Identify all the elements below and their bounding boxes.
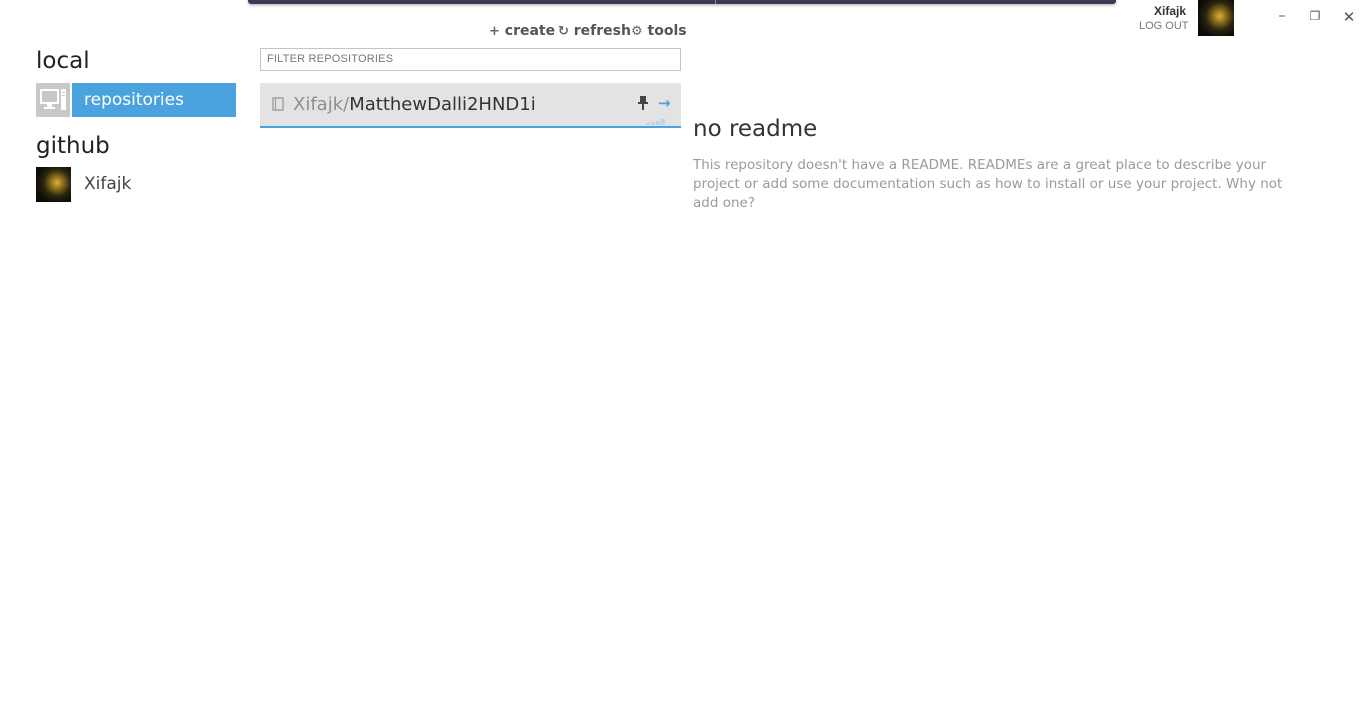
- book-icon: [272, 97, 284, 115]
- sidebar-item-label: Xifajk: [84, 174, 132, 194]
- refresh-label: refresh: [573, 23, 631, 39]
- logout-link[interactable]: LOG OUT: [1139, 20, 1189, 32]
- header-divider: [715, 0, 716, 4]
- user-name: Xifajk: [1154, 4, 1187, 18]
- repository-owner: Xifajk: [293, 94, 344, 115]
- tools-button[interactable]: ⚙ tools: [631, 23, 687, 39]
- sidebar-heading-local: local: [36, 48, 90, 74]
- tools-label: tools: [647, 23, 687, 39]
- minimize-button[interactable]: –: [1272, 8, 1292, 24]
- avatar: [36, 167, 71, 202]
- refresh-button[interactable]: ↻ refresh: [558, 23, 631, 39]
- repository-list-item[interactable]: Xifajk/MatthewDalli2HND1i →: [260, 83, 681, 128]
- sidebar-item-github-account[interactable]: Xifajk: [36, 167, 236, 202]
- filter-repositories-input[interactable]: FILTER REPOSITORIES: [260, 48, 681, 71]
- open-arrow-icon[interactable]: →: [658, 94, 671, 112]
- create-label: create: [504, 23, 556, 39]
- computer-icon: [36, 83, 70, 117]
- pin-icon[interactable]: [638, 96, 648, 114]
- avatar[interactable]: [1198, 0, 1234, 36]
- plus-icon: +: [489, 24, 500, 39]
- top-header-strip: [248, 0, 1116, 4]
- readme-message: This repository doesn't have a README. R…: [693, 157, 1283, 211]
- refresh-icon: ↻: [558, 24, 569, 39]
- restore-button[interactable]: ❐: [1305, 9, 1325, 23]
- gear-icon: ⚙: [631, 24, 643, 39]
- sidebar-item-label: repositories: [72, 83, 236, 117]
- repository-title: MatthewDalli2HND1i: [349, 94, 536, 115]
- repository-name: Xifajk/MatthewDalli2HND1i: [293, 94, 536, 115]
- create-button[interactable]: + create: [489, 23, 555, 39]
- sidebar-heading-github: github: [36, 133, 110, 159]
- activity-icon: [646, 119, 666, 125]
- readme-heading: no readme: [693, 116, 818, 142]
- sidebar-item-repositories[interactable]: repositories: [36, 83, 236, 117]
- close-button[interactable]: ✕: [1339, 8, 1359, 26]
